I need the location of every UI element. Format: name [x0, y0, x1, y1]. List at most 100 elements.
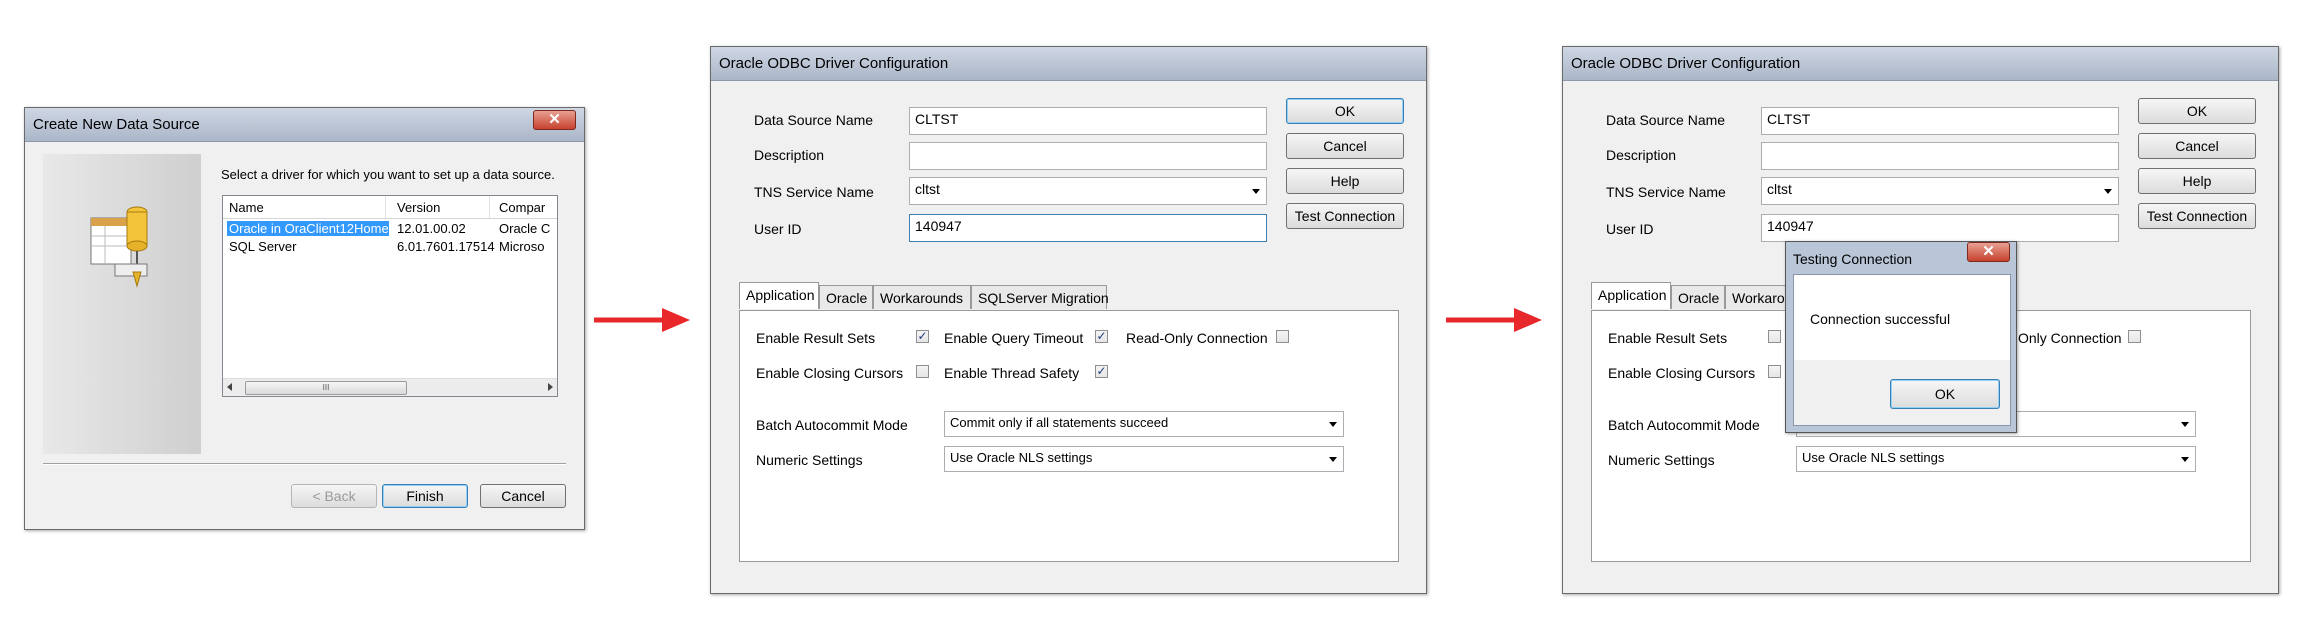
userid-field[interactable]: 140947 [1761, 214, 2119, 242]
enable-query-timeout-checkbox[interactable]: ✓ [1095, 330, 1108, 343]
dialog-title: Create New Data Source [33, 116, 200, 133]
connection-status-message: Connection successful [1810, 311, 1951, 327]
cancel-button[interactable]: Cancel [1286, 133, 1404, 159]
batch-autocommit-label: Batch Autocommit Mode [756, 417, 908, 433]
enable-result-sets-label: Enable Result Sets [756, 330, 876, 346]
description-field[interactable] [1761, 142, 2119, 170]
list-item[interactable]: Oracle in OraClient12Home1 12.01.00.02 O… [227, 220, 555, 238]
batch-autocommit-value: Commit only if all statements succeed [950, 415, 1169, 430]
arrow-icon [1446, 308, 1542, 332]
divider [43, 463, 566, 465]
enable-query-timeout-label: Enable Query Timeout [944, 330, 1084, 346]
driver-company: Oracle C [499, 221, 551, 236]
chevron-down-icon[interactable] [1252, 189, 1260, 194]
scroll-left-icon[interactable] [227, 383, 232, 391]
column-divider[interactable] [489, 196, 490, 218]
enable-thread-safety-label: Enable Thread Safety [944, 365, 1080, 381]
scroll-right-icon[interactable] [548, 383, 553, 391]
read-only-connection-checkbox[interactable] [1276, 330, 1289, 343]
tab-oracle[interactable]: Oracle [819, 285, 873, 309]
enable-closing-cursors-checkbox[interactable] [916, 365, 929, 378]
tns-value: cltst [1767, 181, 1792, 197]
enable-closing-cursors-label: Enable Closing Cursors [1608, 365, 1756, 381]
back-button[interactable]: < Back [291, 484, 377, 508]
tab-application[interactable]: Application [739, 282, 819, 309]
driver-company: Microso [499, 239, 545, 254]
dialog-title: Oracle ODBC Driver Configuration [1571, 55, 1801, 72]
read-only-connection-label: Read-Only Connection [1126, 330, 1268, 346]
column-header-company[interactable]: Compar [499, 200, 554, 215]
chevron-down-icon[interactable] [2181, 457, 2189, 462]
finish-button[interactable]: Finish [382, 484, 468, 508]
scroll-thumb[interactable]: III [245, 381, 407, 395]
driver-name-selected: Oracle in OraClient12Home1 [227, 221, 389, 236]
title-bar[interactable]: Create New Data Source ✕ [25, 108, 584, 142]
description-label: Description [754, 147, 825, 163]
read-only-connection-checkbox[interactable] [2128, 330, 2141, 343]
popup-message-area: Connection successful [1794, 275, 2010, 360]
close-icon[interactable]: ✕ [533, 110, 576, 130]
scroll-grip: III [322, 383, 330, 392]
close-icon[interactable]: ✕ [1967, 242, 2010, 262]
column-header-name[interactable]: Name [229, 200, 264, 215]
chevron-down-icon[interactable] [1329, 422, 1337, 427]
tab-oracle[interactable]: Oracle [1671, 285, 1725, 309]
enable-result-sets-checkbox[interactable]: ✓ [916, 330, 929, 343]
enable-closing-cursors-checkbox[interactable] [1768, 365, 1781, 378]
popup-ok-button[interactable]: OK [1890, 379, 2000, 409]
column-divider[interactable] [385, 196, 386, 218]
ok-button[interactable]: OK [1286, 98, 1404, 124]
data-source-icon [90, 206, 148, 288]
numeric-settings-value: Use Oracle NLS settings [1802, 450, 1945, 465]
list-item[interactable]: SQL Server 6.01.7601.17514 Microso [227, 238, 555, 256]
tns-dropdown[interactable]: cltst [1761, 177, 2119, 205]
numeric-settings-value: Use Oracle NLS settings [950, 450, 1093, 465]
cancel-button[interactable]: Cancel [480, 484, 566, 508]
description-label: Description [1606, 147, 1677, 163]
application-tab-panel: Enable Result Sets ✓ Enable Query Timeou… [739, 310, 1399, 562]
test-connection-button[interactable]: Test Connection [2138, 203, 2256, 229]
userid-label: User ID [754, 221, 802, 237]
list-header: Name Version Compar [223, 196, 557, 219]
help-button[interactable]: Help [2138, 168, 2256, 194]
column-header-version[interactable]: Version [397, 200, 440, 215]
popup-title: Testing Connection [1793, 251, 1913, 267]
tns-label: TNS Service Name [1606, 184, 1726, 200]
driver-list[interactable]: Name Version Compar Oracle in OraClient1… [222, 195, 558, 397]
cancel-button[interactable]: Cancel [2138, 133, 2256, 159]
odbc-config-dialog-1: Oracle ODBC Driver Configuration Data So… [710, 46, 1427, 594]
test-connection-button[interactable]: Test Connection [1286, 203, 1404, 229]
description-field[interactable] [909, 142, 1267, 170]
title-bar[interactable]: Oracle ODBC Driver Configuration [1563, 47, 2278, 81]
chevron-down-icon[interactable] [1329, 457, 1337, 462]
popup-title-bar[interactable]: Testing Connection ✕ [1786, 242, 2016, 272]
title-bar[interactable]: Oracle ODBC Driver Configuration [711, 47, 1426, 81]
chevron-down-icon[interactable] [2104, 189, 2112, 194]
enable-thread-safety-checkbox[interactable]: ✓ [1095, 365, 1108, 378]
tab-workarounds[interactable]: Workarounds [873, 285, 971, 309]
batch-autocommit-dropdown[interactable]: Commit only if all statements succeed [944, 411, 1344, 437]
userid-label: User ID [1606, 221, 1654, 237]
driver-version: 6.01.7601.17514 [397, 239, 495, 254]
help-button[interactable]: Help [1286, 168, 1404, 194]
testing-connection-dialog: Testing Connection ✕ Connection successf… [1785, 241, 2017, 433]
dsn-field[interactable]: CLTST [1761, 107, 2119, 135]
numeric-settings-dropdown[interactable]: Use Oracle NLS settings [944, 446, 1344, 472]
enable-result-sets-checkbox[interactable] [1768, 330, 1781, 343]
batch-autocommit-label: Batch Autocommit Mode [1608, 417, 1760, 433]
dialog-title: Oracle ODBC Driver Configuration [719, 55, 949, 72]
tab-application[interactable]: Application [1591, 282, 1671, 309]
arrow-icon [594, 308, 690, 332]
dsn-label: Data Source Name [1606, 112, 1726, 128]
tab-strip: Application Oracle Workarounds SQLServer… [739, 282, 1399, 313]
driver-version: 12.01.00.02 [397, 221, 466, 236]
numeric-settings-dropdown[interactable]: Use Oracle NLS settings [1796, 446, 2196, 472]
chevron-down-icon[interactable] [2181, 422, 2189, 427]
tab-sqlserver-migration[interactable]: SQLServer Migration [971, 285, 1109, 309]
tns-dropdown[interactable]: cltst [909, 177, 1267, 205]
ok-button[interactable]: OK [2138, 98, 2256, 124]
enable-closing-cursors-label: Enable Closing Cursors [756, 365, 904, 381]
userid-field[interactable]: 140947 [909, 214, 1267, 242]
horizontal-scrollbar[interactable]: III [223, 378, 557, 396]
dsn-field[interactable]: CLTST [909, 107, 1267, 135]
